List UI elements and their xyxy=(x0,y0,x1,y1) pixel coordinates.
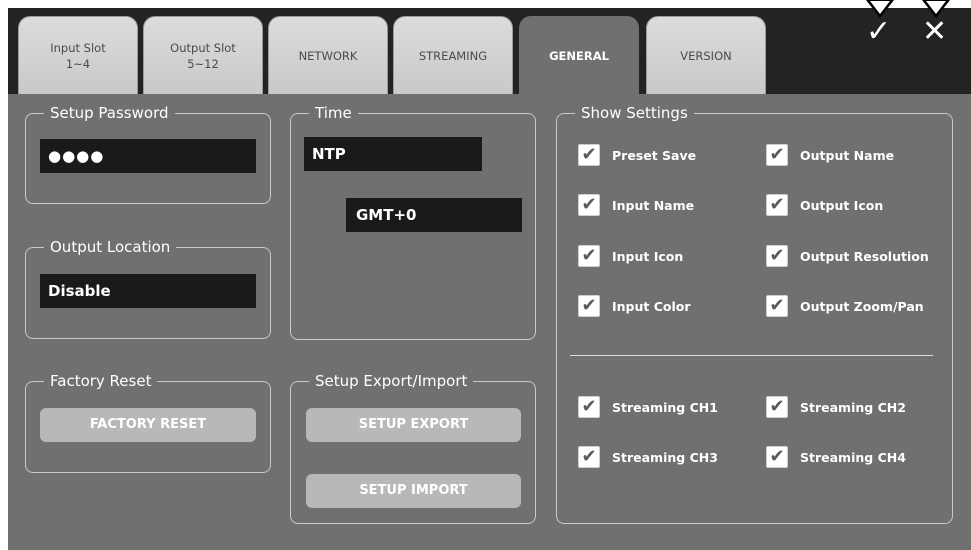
tab-label: Output Slot xyxy=(170,40,236,55)
setup-export-import-title: Setup Export/Import xyxy=(315,372,468,390)
checkbox-streaming-ch4[interactable]: ✔ Streaming CH4 xyxy=(766,446,906,468)
checkbox-label: Streaming CH3 xyxy=(612,449,718,465)
checkbox-check-icon: ✔ xyxy=(766,295,788,317)
checkbox-check-icon: ✔ xyxy=(578,295,600,317)
checkbox-preset-save[interactable]: ✔ Preset Save xyxy=(578,144,696,166)
checkbox-input-name[interactable]: ✔ Input Name xyxy=(578,194,694,216)
checkbox-check-icon: ✔ xyxy=(766,144,788,166)
checkbox-check-icon: ✔ xyxy=(578,245,600,267)
checkbox-output-name[interactable]: ✔ Output Name xyxy=(766,144,894,166)
show-settings-title: Show Settings xyxy=(581,104,688,122)
checkbox-check-icon: ✔ xyxy=(766,396,788,418)
checkbox-input-icon[interactable]: ✔ Input Icon xyxy=(578,245,683,267)
tab-input-slot[interactable]: Input Slot 1~4 xyxy=(18,16,138,94)
checkbox-label: Input Color xyxy=(612,298,691,314)
checkbox-label: Output Resolution xyxy=(800,248,929,264)
checkbox-output-icon[interactable]: ✔ Output Icon xyxy=(766,194,883,216)
tab-label: Input Slot xyxy=(50,40,106,55)
confirm-check-icon[interactable]: ✓ xyxy=(866,12,891,52)
timezone-select[interactable]: GMT+0 xyxy=(346,198,522,232)
checkbox-streaming-ch2[interactable]: ✔ Streaming CH2 xyxy=(766,396,906,418)
checkbox-label: Input Icon xyxy=(612,248,684,264)
checkbox-label: Output Zoom/Pan xyxy=(800,298,924,314)
checkbox-check-icon: ✔ xyxy=(766,194,788,216)
tab-version[interactable]: VERSION xyxy=(646,16,766,94)
checkbox-label: Input Name xyxy=(612,197,695,213)
checkbox-check-icon: ✔ xyxy=(578,396,600,418)
output-location-title: Output Location xyxy=(50,238,171,256)
tab-general[interactable]: GENERAL xyxy=(519,16,639,94)
setup-password-title: Setup Password xyxy=(50,104,169,122)
checkbox-output-zoom-pan[interactable]: ✔ Output Zoom/Pan xyxy=(766,295,924,317)
checkbox-output-resolution[interactable]: ✔ Output Resolution xyxy=(766,245,929,267)
tab-output-slot[interactable]: Output Slot 5~12 xyxy=(143,16,263,94)
tab-label: NETWORK xyxy=(298,48,358,63)
checkbox-label: Output Icon xyxy=(800,197,884,213)
checkbox-check-icon: ✔ xyxy=(578,194,600,216)
time-title: Time xyxy=(315,104,352,122)
checkbox-label: Streaming CH1 xyxy=(612,399,718,415)
checkbox-label: Output Name xyxy=(800,147,895,163)
setup-export-button[interactable]: SETUP EXPORT xyxy=(306,408,521,442)
tab-label: STREAMING xyxy=(418,48,488,63)
setup-import-button[interactable]: SETUP IMPORT xyxy=(306,474,521,508)
factory-reset-title: Factory Reset xyxy=(50,372,152,390)
tab-sublabel: 1~4 xyxy=(65,56,91,71)
tab-streaming[interactable]: STREAMING xyxy=(393,16,513,94)
checkbox-check-icon: ✔ xyxy=(766,245,788,267)
checkbox-input-color[interactable]: ✔ Input Color xyxy=(578,295,691,317)
checkbox-check-icon: ✔ xyxy=(578,144,600,166)
tab-network[interactable]: NETWORK xyxy=(268,16,388,94)
checkbox-label: Preset Save xyxy=(612,147,697,163)
tab-sublabel: 5~12 xyxy=(187,56,219,71)
checkbox-check-icon: ✔ xyxy=(578,446,600,468)
checkbox-label: Streaming CH4 xyxy=(800,449,906,465)
checkbox-streaming-ch3[interactable]: ✔ Streaming CH3 xyxy=(578,446,718,468)
checkbox-streaming-ch1[interactable]: ✔ Streaming CH1 xyxy=(578,396,718,418)
checkbox-check-icon: ✔ xyxy=(766,446,788,468)
tab-label: GENERAL xyxy=(549,48,609,63)
factory-reset-button[interactable]: FACTORY RESET xyxy=(40,408,256,442)
tab-label: VERSION xyxy=(680,48,732,63)
output-location-select[interactable]: Disable xyxy=(40,274,256,308)
show-settings-divider xyxy=(570,355,933,356)
time-sync-mode-select[interactable]: NTP xyxy=(304,137,482,171)
close-icon[interactable]: ✕ xyxy=(922,12,947,52)
checkbox-label: Streaming CH2 xyxy=(800,399,906,415)
setup-password-input[interactable]: ●●●● xyxy=(40,139,256,173)
